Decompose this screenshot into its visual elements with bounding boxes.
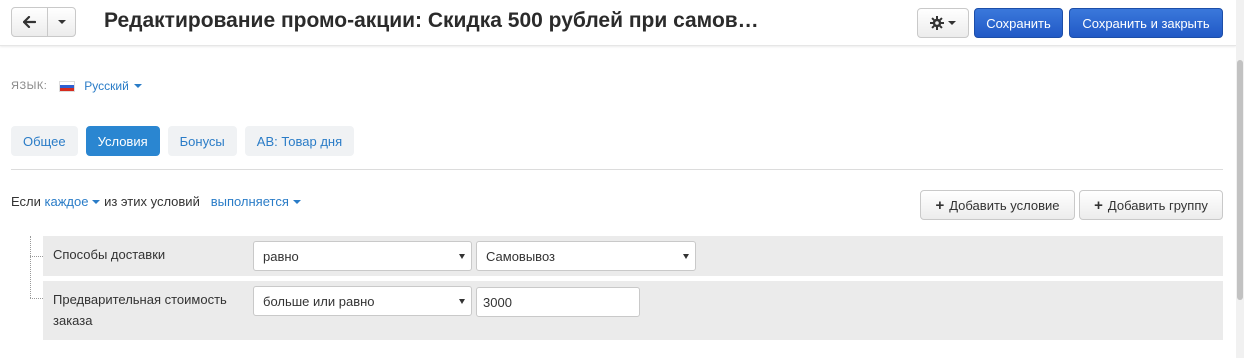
tab-bonuses[interactable]: Бонусы [167,126,237,156]
condition-label: Способы доставки [53,247,166,262]
language-value: Русский [84,79,129,93]
caret-down-icon [292,199,301,204]
conditions-middle-text: из этих условий [104,194,200,209]
conditions-mode-value: каждое [44,194,89,209]
conditions-mode-dropdown[interactable]: каждое [45,194,101,209]
condition-operator-value: больше или равно [263,293,375,309]
condition-value-select[interactable]: Самовывоз [476,241,696,271]
select-arrow-icon [459,299,465,304]
add-condition-label: Добавить условие [949,197,1060,213]
tab-general[interactable]: Общее [11,126,78,156]
caret-down-icon [92,199,101,204]
add-group-label: Добавить группу [1107,197,1208,213]
select-arrow-icon [683,254,689,259]
tab-product-of-day[interactable]: АВ: Товар дня [244,126,355,156]
plus-icon: + [1094,196,1103,214]
back-button-group [11,7,76,37]
language-dropdown[interactable]: Русский [84,79,142,93]
arrow-left-icon [23,16,36,28]
page-header: Редактирование промо-акции: Скидка 500 р… [0,0,1236,46]
save-and-close-button[interactable]: Сохранить и закрыть [1069,8,1223,38]
condition-value: Самовывоз [486,248,555,264]
condition-value-input[interactable]: 3000 [476,287,640,317]
back-button[interactable] [12,8,48,36]
add-condition-button[interactable]: + Добавить условие [920,190,1075,220]
back-dropdown-button[interactable] [48,8,75,36]
condition-row: Способы доставки равно Самовывоз [43,236,1223,276]
page-title: Редактирование промо-акции: Скидка 500 р… [104,9,759,32]
language-selector-row: ЯЗЫК: Русский [11,79,142,93]
russia-flag-icon [59,80,76,92]
tab-conditions[interactable]: Условия [85,126,160,156]
condition-label: Предварительная стоимость заказа [53,292,227,328]
add-group-button[interactable]: + Добавить группу [1079,190,1223,220]
language-label: ЯЗЫК: [11,80,48,92]
save-button[interactable]: Сохранить [974,8,1063,38]
tree-connector-branch [30,256,43,257]
caret-down-icon [948,21,956,25]
condition-operator-value: равно [263,248,299,264]
condition-operator-select[interactable]: больше или равно [253,286,472,316]
conditions-state-value: выполняется [210,194,289,209]
tree-connector-branch [30,298,43,299]
conditions-header: Если каждое из этих условий выполняется [11,194,301,209]
condition-operator-select[interactable]: равно [253,241,472,271]
plus-icon: + [935,196,945,214]
caret-down-icon [133,84,142,88]
settings-dropdown-button[interactable] [917,8,969,38]
vertical-scrollbar[interactable] [1236,0,1244,358]
select-arrow-icon [459,254,465,259]
tree-connector-line [30,236,31,298]
conditions-prefix: Если [11,194,41,209]
conditions-state-dropdown[interactable]: выполняется [211,194,301,209]
condition-row: Предварительная стоимость заказа больше … [43,281,1223,340]
tabs-divider [11,169,1223,170]
scrollbar-thumb[interactable] [1237,60,1243,300]
gear-icon [930,16,944,30]
tab-bar: Общее Условия Бонусы АВ: Товар дня [11,126,355,156]
caret-down-icon [57,20,66,24]
